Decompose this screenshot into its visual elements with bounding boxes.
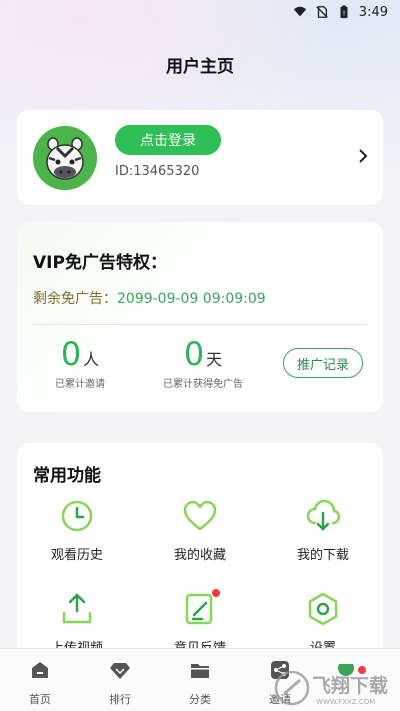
- cloud-download-icon: [305, 498, 341, 534]
- invited-unit: 人: [83, 350, 100, 369]
- clock-icon: [59, 498, 95, 534]
- tab-category[interactable]: 分类: [170, 659, 230, 707]
- settings-item[interactable]: 设置: [273, 591, 373, 656]
- status-bar: ! 3:49: [0, 0, 400, 24]
- functions-title: 常用功能: [33, 466, 101, 486]
- divider: [33, 324, 367, 325]
- upload-icon: [59, 591, 95, 627]
- notification-dot: [212, 589, 220, 597]
- vip-remaining-value: 2099-09-09 09:09:09: [117, 291, 266, 307]
- feedback-edit-icon: [182, 589, 220, 627]
- downloads-item[interactable]: 我的下载: [273, 498, 373, 563]
- diamond-icon: [110, 663, 130, 679]
- heart-icon: [182, 498, 218, 534]
- tab-category-label: 分类: [189, 693, 211, 706]
- favorites-item[interactable]: 我的收藏: [150, 498, 250, 563]
- tab-ranking[interactable]: 排行: [90, 659, 150, 707]
- wifi-icon: [293, 6, 306, 17]
- svg-text:飞翔下载: 飞翔下载: [312, 674, 388, 697]
- ad-free-days-stat: 0天 已累计获得免广告: [153, 335, 253, 390]
- upload-video-item[interactable]: 上传视频: [27, 591, 127, 656]
- favorites-label: 我的收藏: [173, 548, 226, 563]
- tab-home-label: 首页: [29, 693, 51, 706]
- settings-hexagon-icon: [305, 591, 341, 627]
- folder-icon: [191, 664, 209, 678]
- invited-count: 0: [60, 335, 82, 373]
- tab-home[interactable]: 首页: [10, 659, 70, 707]
- feedback-item[interactable]: 意见反馈: [150, 589, 250, 656]
- tab-ranking-label: 排行: [109, 693, 131, 706]
- chevron-right-icon[interactable]: [357, 148, 369, 164]
- user-id: ID:13465320: [115, 164, 200, 179]
- avatar[interactable]: [33, 126, 97, 190]
- svg-text:!: !: [342, 10, 345, 18]
- days-caption: 已累计获得免广告: [163, 379, 243, 390]
- status-time: 3:49: [358, 4, 388, 20]
- downloads-label: 我的下载: [296, 548, 349, 563]
- watch-history-label: 观看历史: [50, 548, 103, 563]
- invited-stat: 0人 已累计邀请: [45, 335, 115, 390]
- battery-icon: !: [340, 5, 348, 19]
- vip-title: VIP免广告特权：: [33, 253, 167, 273]
- vip-card: VIP免广告特权： 剩余免广告：2099-09-09 09:09:09 0人 已…: [17, 222, 383, 412]
- vip-remaining: 剩余免广告：2099-09-09 09:09:09: [33, 288, 266, 308]
- days-unit: 天: [206, 350, 223, 369]
- promotion-record-button[interactable]: 推广记录: [283, 348, 363, 378]
- vip-remaining-label: 剩余免广告：: [33, 291, 117, 307]
- no-sim-icon: [316, 6, 328, 18]
- svg-text:WWW.FXXZ.COM: WWW.FXXZ.COM: [316, 698, 375, 706]
- login-button[interactable]: 点击登录: [115, 125, 221, 155]
- site-watermark-logo: 飞翔下载 WWW.FXXZ.COM: [274, 664, 388, 706]
- home-icon: [32, 662, 48, 678]
- invited-caption: 已累计邀请: [55, 379, 105, 390]
- zebra-avatar-icon: [33, 126, 97, 190]
- watch-history-item[interactable]: 观看历史: [27, 498, 127, 563]
- profile-card[interactable]: 点击登录 ID:13465320: [17, 110, 383, 205]
- page-title: 用户主页: [166, 57, 234, 77]
- days-count: 0: [183, 335, 205, 373]
